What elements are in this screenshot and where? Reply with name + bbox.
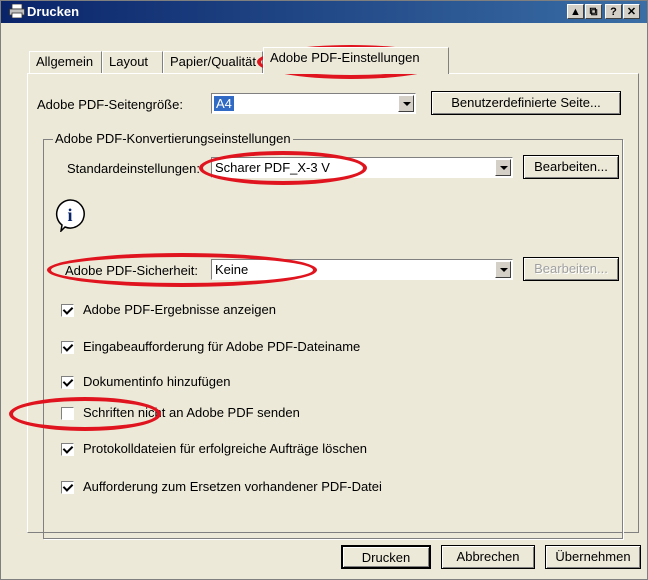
delete-logs-label[interactable]: Protokolldateien für erfolgreiche Aufträ… [83,441,367,456]
chevron-down-icon[interactable] [495,261,511,278]
print-button[interactable]: Drucken [341,545,431,569]
cancel-button[interactable]: Abbrechen [441,545,535,569]
replace-pdf-checkbox[interactable] [61,481,74,494]
info-icon: i [55,199,85,232]
tab-layout[interactable]: Layout [102,51,163,73]
tab-papier-qualitaet[interactable]: Papier/Qualität [163,51,263,73]
default-settings-select[interactable]: Scharer PDF_X-3 V [211,157,513,178]
page-size-select[interactable]: A4 [211,93,416,114]
apply-button[interactable]: Übernehmen [545,545,641,569]
tab-adobe-pdf-einstellungen[interactable]: Adobe PDF-Einstellungen [263,47,449,74]
page-size-value: A4 [214,96,234,111]
security-select[interactable]: Keine [211,259,513,280]
svg-text:i: i [67,205,72,225]
scroll-up-button[interactable]: ▲ [567,4,584,19]
security-label: Adobe PDF-Sicherheit: [65,263,198,278]
print-dialog: Drucken ▲ ⧉ ? ✕ Allgemein Layout Papier/… [0,0,648,580]
no-fonts-label[interactable]: Schriften nicht an Adobe PDF senden [83,405,300,420]
window-title: Drucken [27,4,80,19]
security-edit-button: Bearbeiten... [523,257,619,281]
custom-page-button[interactable]: Benutzerdefinierte Seite... [431,91,621,115]
delete-logs-checkbox[interactable] [61,443,74,456]
add-docinfo-label[interactable]: Dokumentinfo hinzufügen [83,374,230,389]
show-results-checkbox[interactable] [61,304,74,317]
close-button[interactable]: ✕ [623,4,640,19]
default-settings-value: Scharer PDF_X-3 V [215,160,330,175]
edit-settings-button[interactable]: Bearbeiten... [523,155,619,179]
show-results-label[interactable]: Adobe PDF-Ergebnisse anzeigen [83,302,276,317]
conversion-group-title: Adobe PDF-Konvertierungseinstellungen [53,131,293,146]
page-size-label: Adobe PDF-Seitengröße: [37,97,183,112]
title-bar[interactable]: Drucken ▲ ⧉ ? ✕ [1,1,647,23]
replace-pdf-label[interactable]: Aufforderung zum Ersetzen vorhandener PD… [83,479,382,494]
help-button[interactable]: ? [605,4,622,19]
default-settings-label: Standardeinstellungen: [67,161,200,176]
chevron-down-icon[interactable] [398,95,414,112]
prompt-filename-checkbox[interactable] [61,341,74,354]
restore-button[interactable]: ⧉ [585,4,602,19]
add-docinfo-checkbox[interactable] [61,376,74,389]
printer-icon [9,4,25,18]
prompt-filename-label[interactable]: Eingabeaufforderung für Adobe PDF-Datein… [83,339,360,354]
security-value: Keine [215,262,249,277]
tab-allgemein[interactable]: Allgemein [29,51,102,73]
chevron-down-icon[interactable] [495,159,511,176]
no-fonts-checkbox[interactable] [61,407,74,420]
